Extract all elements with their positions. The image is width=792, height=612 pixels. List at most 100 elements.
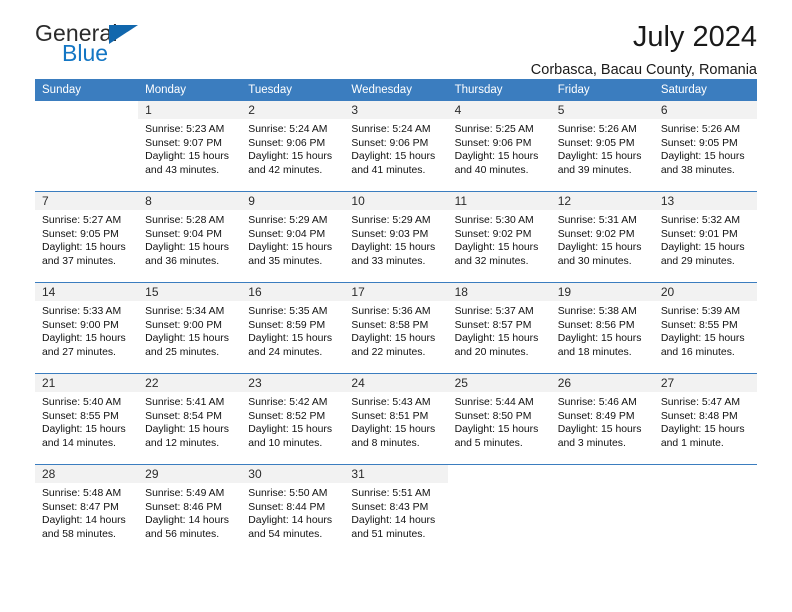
day-cell[interactable]: 26 Sunrise: 5:46 AM Sunset: 8:49 PM Dayligh… xyxy=(550,374,654,464)
day-cell[interactable]: 5 Sunrise: 5:26 AM Sunset: 9:05 PM Daylight… xyxy=(550,101,654,191)
calendar-week-row: 1 Sunrise: 5:23 AM Sunset: 9:07 PM Daylight… xyxy=(35,101,757,192)
day-cell[interactable]: 1 Sunrise: 5:23 AM Sunset: 9:07 PM Daylight… xyxy=(138,101,242,191)
weekday-header-wednesday: Wednesday xyxy=(344,79,448,101)
day-cell[interactable]: 21 Sunrise: 5:40 AM Sunset: 8:55 PM Dayligh… xyxy=(35,374,139,464)
sunrise-text: Sunrise: 5:26 AM xyxy=(660,124,740,135)
day-details: Sunrise: 5:43 AM Sunset: 8:51 PM Daylight:… xyxy=(344,392,447,450)
daylight-text-line1: Daylight: 15 hours xyxy=(248,424,333,436)
day-cell[interactable]: 29 Sunrise: 5:49 AM Sunset: 8:46 PM Dayligh… xyxy=(138,465,242,555)
daylight-text-line1: Daylight: 15 hours xyxy=(557,242,642,254)
day-details: Sunrise: 5:46 AM Sunset: 8:49 PM Daylight:… xyxy=(551,392,654,450)
sunset-text: Sunset: 8:48 PM xyxy=(660,410,738,422)
sunrise-text: Sunrise: 5:34 AM xyxy=(145,306,225,317)
weekday-header-saturday: Saturday xyxy=(653,79,757,101)
daylight-text-line1: Daylight: 15 hours xyxy=(145,333,229,345)
day-details: Sunrise: 5:26 AM Sunset: 9:05 PM Daylight:… xyxy=(654,119,757,177)
sunrise-text: Sunrise: 5:28 AM xyxy=(145,215,225,226)
day-cell-empty xyxy=(550,465,654,555)
day-cell[interactable]: 30 Sunrise: 5:50 AM Sunset: 8:44 PM Dayligh… xyxy=(241,465,345,555)
daylight-text-line1: Daylight: 15 hours xyxy=(145,242,229,254)
daylight-text-line2: and 37 minutes. xyxy=(42,255,116,267)
day-cell[interactable]: 28 Sunrise: 5:48 AM Sunset: 8:47 PM Dayligh… xyxy=(35,465,139,555)
daylight-text-line1: Daylight: 15 hours xyxy=(660,242,745,254)
day-cell[interactable]: 31 Sunrise: 5:51 AM Sunset: 8:43 PM Dayligh… xyxy=(344,465,448,555)
sunset-text: Sunset: 9:07 PM xyxy=(145,137,222,149)
day-cell[interactable]: 8 Sunrise: 5:28 AM Sunset: 9:04 PM Daylight… xyxy=(138,192,242,282)
daylight-text-line2: and 38 minutes. xyxy=(660,164,735,176)
sunrise-text: Sunrise: 5:42 AM xyxy=(248,397,328,408)
daylight-text-line1: Daylight: 15 hours xyxy=(557,333,642,345)
day-number: 7 xyxy=(35,192,139,210)
day-cell[interactable]: 6 Sunrise: 5:26 AM Sunset: 9:05 PM Daylight… xyxy=(653,101,757,191)
day-cell[interactable]: 20 Sunrise: 5:39 AM Sunset: 8:55 PM Dayligh… xyxy=(653,283,757,373)
sunrise-text: Sunrise: 5:41 AM xyxy=(145,397,225,408)
day-number: 27 xyxy=(653,374,757,392)
day-cell[interactable]: 17 Sunrise: 5:36 AM Sunset: 8:58 PM Dayligh… xyxy=(344,283,448,373)
sunrise-text: Sunrise: 5:36 AM xyxy=(351,306,431,317)
day-number: 29 xyxy=(138,465,242,483)
day-details: Sunrise: 5:44 AM Sunset: 8:50 PM Daylight:… xyxy=(448,392,551,450)
calendar-week-row: 28 Sunrise: 5:48 AM Sunset: 8:47 PM Dayligh… xyxy=(35,464,757,555)
day-cell[interactable]: 12 Sunrise: 5:31 AM Sunset: 9:02 PM Dayligh… xyxy=(550,192,654,282)
sunset-text: Sunset: 9:06 PM xyxy=(248,137,326,149)
day-number: 19 xyxy=(550,283,654,301)
day-cell[interactable]: 7 Sunrise: 5:27 AM Sunset: 9:05 PM Daylight… xyxy=(35,192,139,282)
day-cell[interactable]: 23 Sunrise: 5:42 AM Sunset: 8:52 PM Dayligh… xyxy=(241,374,345,464)
general-blue-logo[interactable]: General Blue xyxy=(35,22,155,70)
day-details: Sunrise: 5:38 AM Sunset: 8:56 PM Daylight:… xyxy=(551,301,654,359)
day-number: 22 xyxy=(138,374,242,392)
day-number: 9 xyxy=(241,192,345,210)
sunrise-text: Sunrise: 5:35 AM xyxy=(248,306,328,317)
day-number: 20 xyxy=(653,283,757,301)
day-cell[interactable]: 24 Sunrise: 5:43 AM Sunset: 8:51 PM Dayligh… xyxy=(344,374,448,464)
day-cell[interactable]: 16 Sunrise: 5:35 AM Sunset: 8:59 PM Dayligh… xyxy=(241,283,345,373)
day-cell[interactable]: 3 Sunrise: 5:24 AM Sunset: 9:06 PM Daylight… xyxy=(344,101,448,191)
day-cell[interactable]: 22 Sunrise: 5:41 AM Sunset: 8:54 PM Dayligh… xyxy=(138,374,242,464)
weekday-header-sunday: Sunday xyxy=(35,79,139,101)
day-number: 23 xyxy=(241,374,345,392)
day-details: Sunrise: 5:28 AM Sunset: 9:04 PM Daylight:… xyxy=(138,210,241,268)
daylight-text-line1: Daylight: 15 hours xyxy=(660,424,745,436)
daylight-text-line2: and 43 minutes. xyxy=(145,164,220,176)
day-cell[interactable]: 25 Sunrise: 5:44 AM Sunset: 8:50 PM Dayligh… xyxy=(447,374,551,464)
sunrise-text: Sunrise: 5:23 AM xyxy=(145,124,225,135)
daylight-text-line2: and 41 minutes. xyxy=(351,164,426,176)
day-cell[interactable]: 15 Sunrise: 5:34 AM Sunset: 9:00 PM Dayligh… xyxy=(138,283,242,373)
sunset-text: Sunset: 9:06 PM xyxy=(351,137,429,149)
daylight-text-line1: Daylight: 15 hours xyxy=(351,424,436,436)
day-cell[interactable]: 13 Sunrise: 5:32 AM Sunset: 9:01 PM Dayligh… xyxy=(653,192,757,282)
sunset-text: Sunset: 8:43 PM xyxy=(351,501,429,513)
day-cell[interactable]: 4 Sunrise: 5:25 AM Sunset: 9:06 PM Daylight… xyxy=(447,101,551,191)
daylight-text-line1: Daylight: 15 hours xyxy=(42,333,126,345)
day-number: 6 xyxy=(653,101,757,119)
daylight-text-line1: Daylight: 15 hours xyxy=(557,151,642,163)
day-cell[interactable]: 14 Sunrise: 5:33 AM Sunset: 9:00 PM Dayligh… xyxy=(35,283,139,373)
day-number: 3 xyxy=(344,101,448,119)
day-cell[interactable]: 18 Sunrise: 5:37 AM Sunset: 8:57 PM Dayligh… xyxy=(447,283,551,373)
day-number: 2 xyxy=(241,101,345,119)
sunrise-text: Sunrise: 5:24 AM xyxy=(351,124,431,135)
day-cell[interactable]: 2 Sunrise: 5:24 AM Sunset: 9:06 PM Daylight… xyxy=(241,101,345,191)
daylight-text-line2: and 12 minutes. xyxy=(145,437,220,449)
sunset-text: Sunset: 8:54 PM xyxy=(145,410,222,422)
day-number xyxy=(550,465,654,483)
day-cell[interactable]: 27 Sunrise: 5:47 AM Sunset: 8:48 PM Dayligh… xyxy=(653,374,757,464)
sunset-text: Sunset: 8:58 PM xyxy=(351,319,429,331)
sunrise-text: Sunrise: 5:29 AM xyxy=(351,215,431,226)
day-cell[interactable]: 11 Sunrise: 5:30 AM Sunset: 9:02 PM Dayligh… xyxy=(447,192,551,282)
day-number: 10 xyxy=(344,192,448,210)
day-cell[interactable]: 9 Sunrise: 5:29 AM Sunset: 9:04 PM Daylight… xyxy=(241,192,345,282)
day-details: Sunrise: 5:32 AM Sunset: 9:01 PM Daylight:… xyxy=(654,210,757,268)
daylight-text-line1: Daylight: 14 hours xyxy=(248,515,333,527)
sunset-text: Sunset: 9:04 PM xyxy=(145,228,222,240)
day-cell-empty xyxy=(447,465,551,555)
sunset-text: Sunset: 9:00 PM xyxy=(145,319,222,331)
day-cell[interactable]: 19 Sunrise: 5:38 AM Sunset: 8:56 PM Dayligh… xyxy=(550,283,654,373)
day-number: 13 xyxy=(653,192,757,210)
daylight-text-line2: and 39 minutes. xyxy=(557,164,632,176)
sunrise-text: Sunrise: 5:47 AM xyxy=(660,397,740,408)
daylight-text-line1: Daylight: 15 hours xyxy=(454,242,539,254)
daylight-text-line2: and 35 minutes. xyxy=(248,255,323,267)
daylight-text-line1: Daylight: 15 hours xyxy=(454,333,539,345)
day-cell[interactable]: 10 Sunrise: 5:29 AM Sunset: 9:03 PM Dayligh… xyxy=(344,192,448,282)
